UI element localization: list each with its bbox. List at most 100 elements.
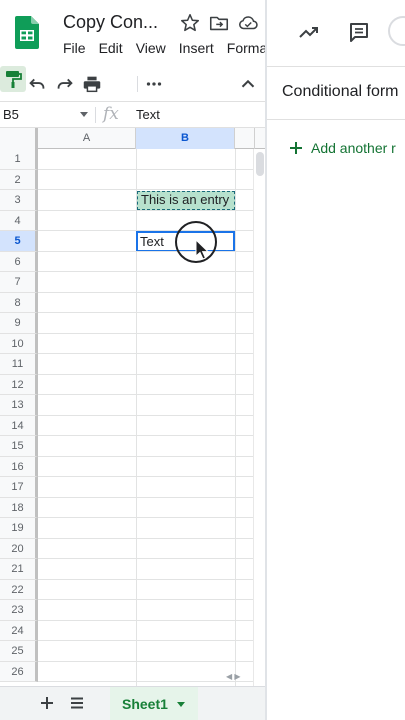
formula-bar: B5 fx Text bbox=[0, 102, 266, 128]
spreadsheet-area: Copy Con... File Edit View Insert Forma bbox=[0, 0, 266, 720]
paint-format-icon[interactable] bbox=[0, 66, 26, 92]
grid-line bbox=[38, 209, 266, 211]
column-header-c[interactable] bbox=[235, 128, 255, 149]
row-header-10[interactable]: 10 bbox=[0, 333, 38, 354]
grid-line bbox=[38, 578, 266, 580]
row-header-21[interactable]: 21 bbox=[0, 559, 38, 580]
toolbar-separator bbox=[137, 76, 138, 92]
add-rule-label: Add another r bbox=[311, 140, 396, 156]
chevron-down-icon[interactable] bbox=[177, 702, 185, 707]
row-header-3[interactable]: 3 bbox=[0, 190, 38, 211]
chevron-up-icon[interactable] bbox=[237, 73, 259, 95]
account-avatar[interactable] bbox=[388, 16, 405, 46]
move-to-folder-icon[interactable] bbox=[208, 12, 230, 34]
sheets-logo-icon[interactable] bbox=[15, 16, 39, 49]
row-header-12[interactable]: 12 bbox=[0, 374, 38, 395]
app: Copy Con... File Edit View Insert Forma bbox=[0, 0, 405, 720]
cell-b3-copied[interactable]: This is an entry bbox=[137, 191, 235, 210]
grid-line bbox=[38, 558, 266, 559]
grid-line bbox=[38, 373, 266, 375]
row-header-24[interactable]: 24 bbox=[0, 620, 38, 641]
row-header-14[interactable]: 14 bbox=[0, 415, 38, 436]
row-header-17[interactable]: 17 bbox=[0, 477, 38, 498]
menu-insert[interactable]: Insert bbox=[179, 40, 214, 56]
formula-input[interactable]: Text bbox=[136, 107, 160, 122]
column-header-bar: A B bbox=[0, 128, 266, 149]
conditional-format-panel: Conditional form Add another r bbox=[267, 0, 405, 720]
toolbar bbox=[0, 66, 266, 102]
row-header-7[interactable]: 7 bbox=[0, 272, 38, 293]
column-header-a[interactable]: A bbox=[38, 128, 136, 149]
cell-area[interactable]: This is an entry Text bbox=[38, 149, 266, 686]
menu-file[interactable]: File bbox=[63, 40, 86, 56]
grid-line bbox=[38, 168, 266, 170]
sheet-tab-sheet1[interactable]: Sheet1 bbox=[110, 687, 198, 720]
doc-title[interactable]: Copy Con... bbox=[63, 12, 158, 33]
vertical-scrollbar[interactable] bbox=[253, 149, 265, 686]
row-header-1[interactable]: 1 bbox=[0, 149, 38, 170]
grid-line bbox=[38, 496, 266, 498]
grid-line bbox=[38, 660, 266, 662]
grid-line bbox=[38, 414, 266, 416]
formula-separator bbox=[95, 107, 96, 123]
row-header-16[interactable]: 16 bbox=[0, 456, 38, 477]
trending-up-icon[interactable] bbox=[297, 20, 321, 44]
sheet-tab-bar: Sheet1 bbox=[0, 686, 266, 720]
row-header-11[interactable]: 11 bbox=[0, 354, 38, 375]
undo-icon[interactable] bbox=[26, 73, 48, 95]
chevron-down-icon[interactable] bbox=[80, 112, 88, 117]
grid-line bbox=[38, 291, 266, 293]
row-header-19[interactable]: 19 bbox=[0, 518, 38, 539]
scrollbar-thumb[interactable] bbox=[256, 152, 264, 176]
menu-format[interactable]: Forma bbox=[227, 40, 266, 56]
panel-title: Conditional form bbox=[282, 83, 399, 100]
name-box[interactable]: B5 bbox=[3, 107, 19, 122]
row-header-6[interactable]: 6 bbox=[0, 251, 38, 272]
row-header-4[interactable]: 4 bbox=[0, 210, 38, 231]
doc-header: Copy Con... File Edit View Insert Forma bbox=[0, 0, 266, 66]
row-header-20[interactable]: 20 bbox=[0, 538, 38, 559]
redo-icon[interactable] bbox=[54, 73, 76, 95]
menu-bar: File Edit View Insert Forma bbox=[63, 40, 266, 58]
grid-line bbox=[38, 537, 266, 539]
row-header-13[interactable]: 13 bbox=[0, 395, 38, 416]
menu-edit[interactable]: Edit bbox=[99, 40, 123, 56]
grid-line bbox=[38, 271, 266, 272]
grid-line bbox=[38, 476, 266, 477]
plus-icon bbox=[290, 142, 302, 154]
grid-line bbox=[38, 455, 266, 457]
row-header-22[interactable]: 22 bbox=[0, 579, 38, 600]
grid-line bbox=[38, 681, 266, 682]
row-header-15[interactable]: 15 bbox=[0, 436, 38, 457]
row-header-9[interactable]: 9 bbox=[0, 313, 38, 334]
cloud-saved-icon[interactable] bbox=[237, 12, 259, 34]
row-header-2[interactable]: 2 bbox=[0, 169, 38, 190]
grid-line bbox=[38, 435, 266, 436]
print-icon[interactable] bbox=[81, 73, 103, 95]
column-header-b[interactable]: B bbox=[136, 128, 235, 149]
add-sheet-icon[interactable] bbox=[38, 694, 56, 712]
grid-line bbox=[38, 189, 266, 190]
scroll-arrows-icon[interactable]: ◀ ▶ bbox=[226, 672, 241, 681]
row-header-23[interactable]: 23 bbox=[0, 600, 38, 621]
divider bbox=[267, 119, 405, 120]
comment-icon[interactable] bbox=[347, 20, 371, 44]
menu-view[interactable]: View bbox=[136, 40, 166, 56]
row-header-18[interactable]: 18 bbox=[0, 497, 38, 518]
sheet-grid[interactable]: A B 1 2 3 4 5 6 7 8 9 10 11 12 13 14 15 16 17 18 19 20 21 22 2… bbox=[0, 128, 266, 686]
grid-line bbox=[38, 394, 266, 395]
grid-line bbox=[38, 599, 266, 600]
sheet-tab-label: Sheet1 bbox=[122, 696, 168, 712]
row-header-5[interactable]: 5 bbox=[0, 231, 38, 252]
grid-line bbox=[38, 312, 266, 313]
row-header-25[interactable]: 25 bbox=[0, 641, 38, 662]
row-header-26[interactable]: 26 bbox=[0, 661, 38, 682]
select-all-corner[interactable] bbox=[0, 128, 38, 149]
row-header-8[interactable]: 8 bbox=[0, 292, 38, 313]
grid-line bbox=[38, 517, 266, 518]
grid-line bbox=[38, 640, 266, 641]
more-options-icon[interactable] bbox=[143, 73, 165, 95]
star-icon[interactable] bbox=[179, 12, 201, 34]
grid-line bbox=[38, 230, 266, 231]
all-sheets-icon[interactable] bbox=[68, 694, 86, 712]
